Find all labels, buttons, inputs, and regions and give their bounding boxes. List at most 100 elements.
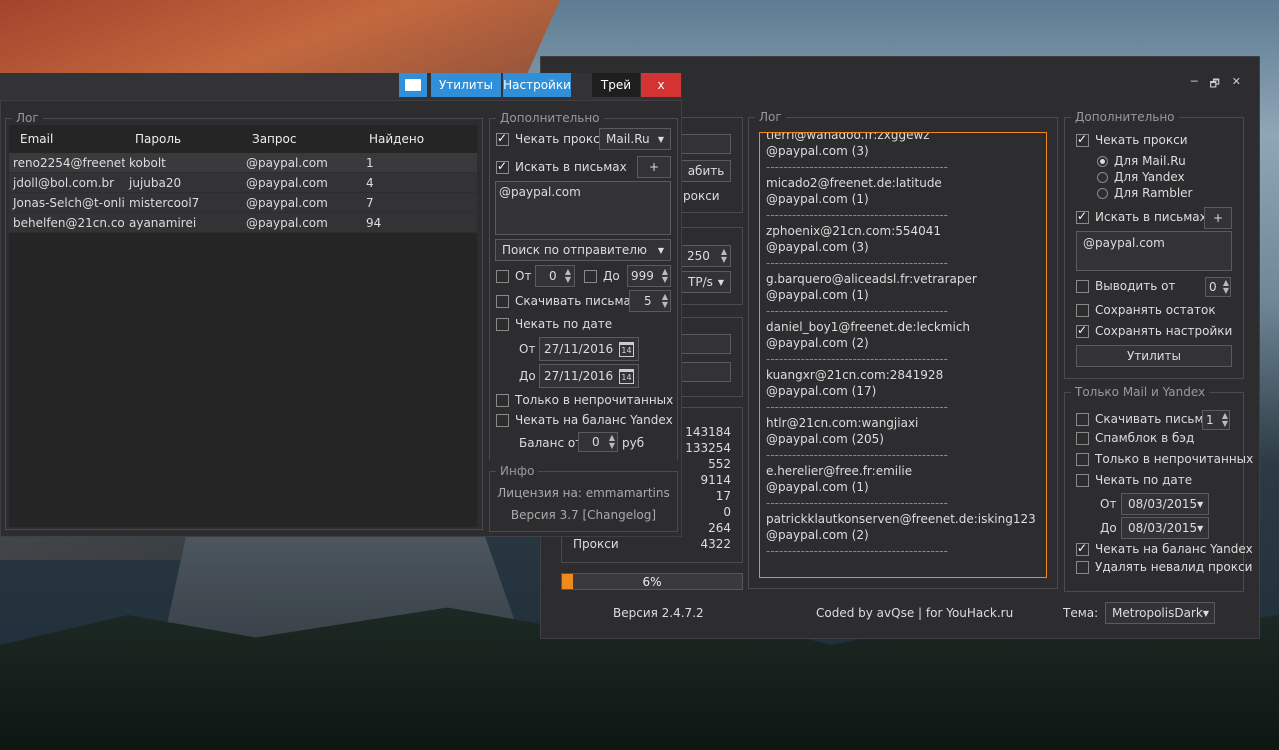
back-log-box[interactable]: tierri@wanadoo.fr:zxggewz @paypal.com (3)… — [759, 132, 1047, 578]
search-mode-select[interactable]: Поиск по отправителю ▼ — [495, 239, 671, 261]
results-table[interactable]: Email Пароль Запрос Найдено reno2254@fre… — [9, 125, 477, 527]
check-proxy-option[interactable]: Чекать прокси — [1076, 132, 1188, 147]
radio-button[interactable] — [1097, 187, 1108, 199]
checkbox[interactable] — [496, 159, 509, 174]
range-from-option[interactable]: От — [496, 269, 531, 283]
download-letters-option[interactable]: Скачивать письма — [496, 294, 631, 308]
column-found[interactable]: Найдено — [359, 132, 477, 146]
date-to-picker[interactable]: 08/03/2015 ▼ — [1121, 517, 1209, 539]
checkbox[interactable] — [584, 269, 597, 283]
add-query-button[interactable]: + — [1204, 207, 1232, 229]
version-link[interactable]: Версия 3.7 [Changelog] — [489, 508, 678, 522]
back-partial-field-2[interactable] — [681, 362, 731, 382]
output-from-option[interactable]: Выводить от — [1076, 279, 1175, 293]
close-icon[interactable]: ✕ — [1232, 75, 1241, 94]
column-request[interactable]: Запрос — [242, 132, 359, 146]
only-unread-option[interactable]: Только в непрочитанных — [1076, 452, 1253, 466]
spamblock-option[interactable]: Спамблок в бэд — [1076, 431, 1194, 445]
theme-select[interactable]: MetropolisDark ▼ — [1105, 602, 1215, 624]
range-to-option[interactable]: До — [584, 269, 620, 283]
log-title: Лог — [755, 110, 786, 124]
output-from-spin[interactable]: 0 ▲ ▼ — [1205, 277, 1231, 297]
checkbox[interactable] — [1076, 323, 1089, 338]
save-rest-option[interactable]: Сохранять остаток — [1076, 303, 1216, 317]
log-entry: e.herelier@free.fr:emilie @paypal.com (1)… — [766, 463, 1040, 511]
checkbox[interactable] — [1076, 452, 1089, 466]
radio-button[interactable] — [1097, 171, 1108, 183]
radio-mail[interactable]: Для Mail.Ru — [1097, 154, 1186, 168]
tray-button[interactable]: Трей — [592, 73, 640, 97]
checkbox[interactable] — [496, 413, 509, 427]
back-partial-dropdown[interactable]: TP/s ▼ — [681, 271, 731, 293]
minimize-icon[interactable]: ─ — [1191, 75, 1198, 94]
radio-yandex[interactable]: Для Yandex — [1097, 170, 1185, 184]
utilities-button[interactable]: Утилиты — [1076, 345, 1232, 367]
date-from-picker[interactable]: 08/03/2015 ▼ — [1121, 493, 1209, 515]
spin-value: 0 — [549, 269, 557, 283]
download-letters-spin[interactable]: 1 ▲ ▼ — [1202, 410, 1230, 430]
checkbox[interactable] — [1076, 132, 1089, 147]
back-partial-spin[interactable]: 250 ▲ ▼ — [681, 245, 731, 267]
checkbox[interactable] — [1076, 560, 1089, 574]
checkbox[interactable] — [1076, 412, 1089, 426]
date-value: 27/11/2016 — [544, 342, 614, 356]
date-from-picker[interactable]: 27/11/2016 14 — [539, 337, 639, 361]
add-query-button[interactable]: + — [637, 156, 671, 178]
checkbox[interactable] — [1076, 209, 1089, 224]
back-partial-input[interactable] — [681, 134, 731, 154]
column-email[interactable]: Email — [9, 132, 125, 146]
calendar-icon[interactable]: 14 — [619, 368, 634, 384]
search-letters-option[interactable]: Искать в письмах — [1076, 209, 1207, 224]
table-row[interactable]: jdoll@bol.com.br jujuba20 @paypal.com 4 — [9, 173, 477, 193]
only-unread-option[interactable]: Только в непрочитанных — [496, 393, 673, 407]
column-password[interactable]: Пароль — [125, 132, 242, 146]
balance-spin[interactable]: 0 ▲ ▼ — [578, 432, 618, 452]
check-by-date-option[interactable]: Чекать по дате — [496, 317, 612, 331]
spin-arrows-icon: ▲ ▼ — [720, 247, 727, 264]
query-textarea[interactable]: @paypal.com — [495, 181, 671, 235]
date-to-label: До — [1100, 521, 1117, 535]
log-request: @paypal.com (1) — [766, 288, 869, 302]
checkbox[interactable] — [1076, 473, 1089, 487]
checkbox[interactable] — [496, 131, 509, 146]
checkbox[interactable] — [496, 393, 509, 407]
calendar-icon[interactable]: 14 — [619, 341, 634, 357]
checkbox[interactable] — [1076, 303, 1089, 317]
log-request: @paypal.com (3) — [766, 144, 869, 158]
search-letters-option[interactable]: Искать в письмах — [496, 159, 627, 174]
table-row[interactable]: Jonas-Selch@t-online mistercool7 @paypal.c… — [9, 193, 477, 213]
table-row[interactable]: reno2254@freenet.de kobolt @paypal.com 1 — [9, 153, 477, 173]
download-letters-spin[interactable]: 5 ▲ ▼ — [629, 290, 671, 312]
back-partial-field-1[interactable] — [681, 334, 731, 354]
checkbox[interactable] — [496, 294, 509, 308]
check-proxy-option[interactable]: Чекать прокси — [496, 131, 608, 146]
check-balance-option[interactable]: Чекать на баланс Yandex — [496, 413, 673, 427]
settings-tab-button[interactable]: Настройки — [503, 73, 571, 97]
utilities-tab-button[interactable]: Утилиты — [431, 73, 501, 97]
table-row[interactable]: behelfen@21cn.com ayanamirei @paypal.com 94 — [9, 213, 477, 233]
download-letters-option[interactable]: Скачивать письма — [1076, 412, 1211, 426]
query-textarea[interactable]: @paypal.com — [1076, 231, 1232, 271]
maximize-icon[interactable]: 🗗 — [1209, 75, 1219, 94]
table-cell: 4 — [366, 175, 374, 190]
range-from-spin[interactable]: 0 ▲ ▼ — [535, 265, 575, 287]
checkbox[interactable] — [1076, 431, 1089, 445]
save-settings-option[interactable]: Сохранять настройки — [1076, 323, 1232, 338]
range-to-spin[interactable]: 999 ▲ ▼ — [627, 265, 671, 287]
checkbox[interactable] — [496, 317, 509, 331]
check-by-date-option[interactable]: Чекать по дате — [1076, 473, 1192, 487]
radio-button[interactable] — [1097, 155, 1108, 167]
date-to-picker[interactable]: 27/11/2016 14 — [539, 364, 639, 388]
radio-rambler[interactable]: Для Rambler — [1097, 186, 1192, 200]
check-balance-option[interactable]: Чекать на баланс Yandex — [1076, 541, 1253, 556]
back-partial-button[interactable]: абить — [681, 160, 731, 182]
checkbox[interactable] — [1076, 541, 1089, 556]
folder-button[interactable] — [399, 73, 427, 97]
checkbox[interactable] — [496, 269, 509, 283]
spin-value: 0 — [1209, 280, 1217, 294]
close-button[interactable]: x — [641, 73, 681, 97]
option-label: Чекать прокси — [1095, 133, 1188, 147]
checkbox[interactable] — [1076, 279, 1089, 293]
delete-invalid-option[interactable]: Удалять невалид прокси — [1076, 560, 1252, 574]
proxy-type-select[interactable]: Mail.Ru ▼ — [599, 128, 671, 150]
